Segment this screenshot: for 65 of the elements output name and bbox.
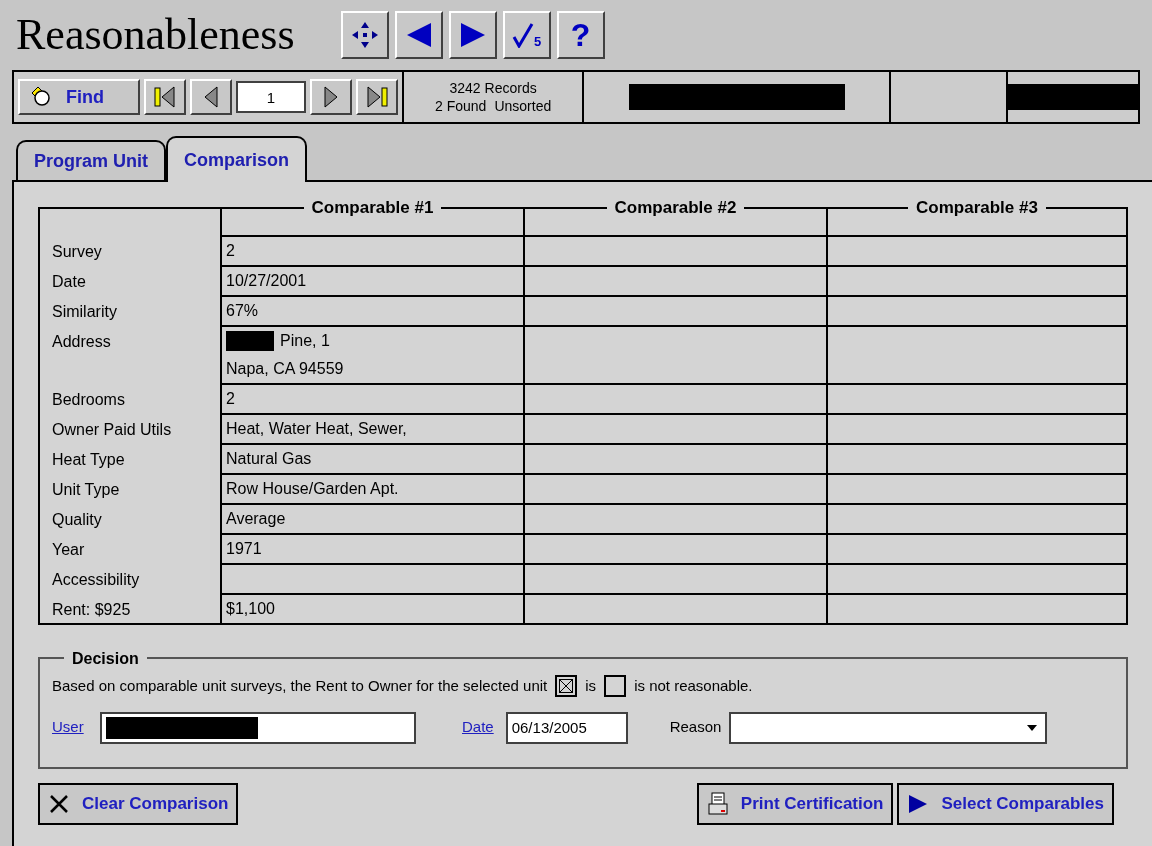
user-field[interactable]: [100, 711, 416, 744]
first-record-icon: [152, 84, 178, 110]
row-label: Heat Type: [52, 451, 125, 468]
row-label: Rent: $925: [52, 601, 131, 618]
redacted-block: [226, 331, 274, 351]
tab[interactable]: Comparison: [166, 136, 308, 182]
reason-dropdown[interactable]: [729, 711, 1048, 744]
zoom-button[interactable]: [340, 11, 389, 59]
row-label: Similarity: [52, 303, 117, 320]
select-button[interactable]: Select Comparables: [897, 783, 1114, 825]
next-button[interactable]: [448, 11, 497, 59]
row-label: Accessibility: [52, 571, 140, 588]
last-record-button[interactable]: [356, 79, 398, 115]
print-button[interactable]: Print Certification: [696, 783, 894, 825]
option-label: is not reasonable.: [634, 676, 753, 696]
cell-value: 1971: [226, 539, 262, 559]
find-button[interactable]: Find: [18, 79, 140, 115]
row-label: Year: [52, 541, 85, 558]
date-field[interactable]: 06/13/2005: [505, 711, 628, 744]
previous-record-button[interactable]: [190, 79, 232, 115]
reason-label: Reason: [669, 717, 722, 738]
cell-value: Pine, 1: [280, 331, 330, 351]
row-label: Bedrooms: [52, 391, 125, 408]
row-label: Quality: [52, 511, 102, 528]
last-record-icon: [364, 84, 390, 110]
cross-mark-icon: [559, 679, 574, 694]
row-label: Date: [52, 273, 86, 290]
row-label: Survey: [52, 243, 102, 260]
help-glyph: ?: [570, 19, 591, 51]
prev-button[interactable]: [394, 11, 443, 59]
cell-value: Napa, CA 94559: [226, 359, 344, 379]
cell-value: Average: [226, 509, 286, 529]
cell-value: 10/27/2001: [226, 271, 307, 291]
date-link[interactable]: Date: [462, 716, 494, 739]
cell-value: 2: [226, 241, 235, 261]
form-title: Reasonableness: [16, 13, 295, 57]
cell-value: 67%: [226, 301, 259, 321]
printer-icon: [706, 792, 729, 816]
cell-value: Natural Gas: [226, 449, 312, 469]
sort-state: Unsorted: [494, 97, 552, 115]
row-label: Owner Paid Utils: [52, 421, 172, 438]
cell-value: 2: [226, 389, 235, 409]
close-icon: [48, 793, 70, 815]
checkmark-icon: [511, 22, 534, 48]
clear-button[interactable]: Clear Comparison: [38, 783, 239, 825]
tab[interactable]: Program Unit: [16, 140, 166, 180]
option-label: is: [585, 676, 597, 696]
record-number-field[interactable]: 1: [236, 81, 306, 113]
dropdown-caret-icon: [1027, 724, 1038, 731]
found-count: 2 Found: [435, 97, 487, 115]
cell-value: Row House/Garden Apt.: [226, 479, 399, 499]
checkbox[interactable]: [555, 675, 578, 698]
checkbox[interactable]: [604, 675, 627, 698]
user-link[interactable]: User: [52, 716, 100, 739]
check-count: 5: [533, 35, 542, 48]
cell-value: Heat, Water Heat, Sewer,: [226, 419, 407, 439]
check-button[interactable]: 5: [502, 11, 551, 59]
next-record-button[interactable]: [310, 79, 352, 115]
decision-sentence: Based on comparable unit surveys, the Rent to Owner for the selected unit: [52, 676, 548, 696]
record-count: 3242 Records: [449, 79, 537, 97]
help-button[interactable]: ?: [556, 11, 605, 59]
cell-value: $1,100: [226, 599, 275, 619]
row-label: Unit Type: [52, 481, 120, 498]
first-record-button[interactable]: [144, 79, 186, 115]
row-label: Address: [52, 333, 111, 350]
